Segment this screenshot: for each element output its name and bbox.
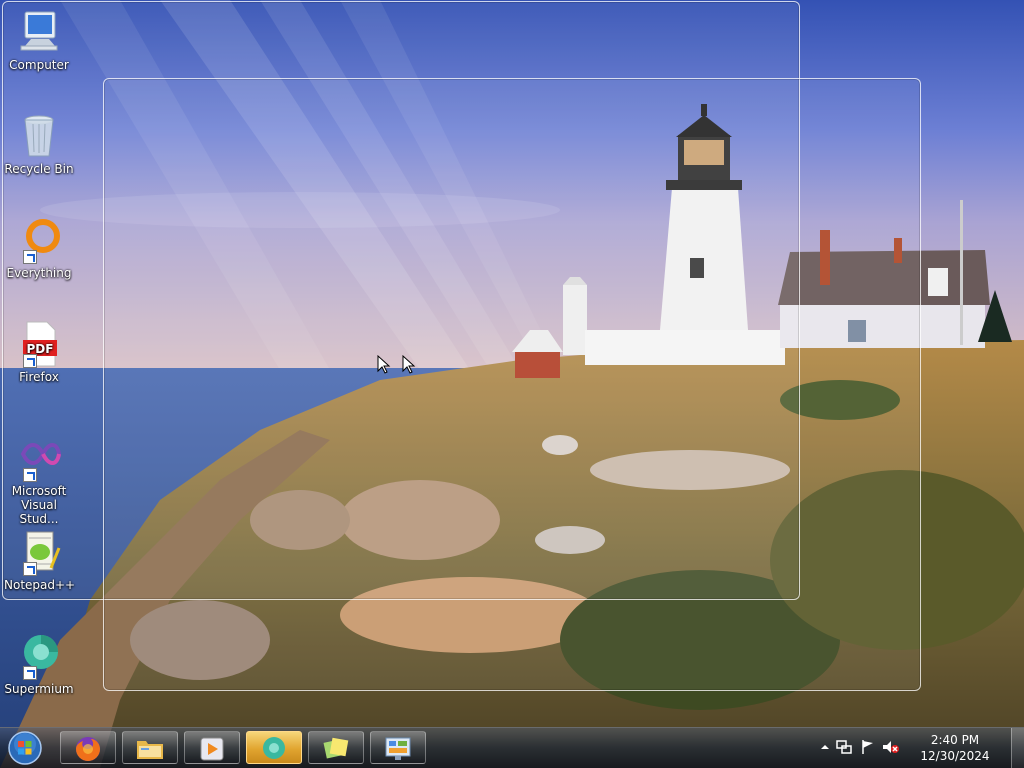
supermium-icon [263, 737, 285, 759]
supermium-icon [15, 632, 63, 680]
taskbar-button-sticky-notes[interactable] [308, 731, 364, 764]
desktop-icon-recycle-bin[interactable]: Recycle Bin [4, 112, 74, 176]
start-button[interactable] [6, 730, 44, 766]
taskbar-button-firefox[interactable] [60, 731, 116, 764]
mouse-cursor-icon [377, 355, 391, 374]
mouse-cursor-icon [402, 355, 416, 374]
recycle-bin-icon [15, 112, 63, 160]
volume-muted-icon[interactable] [882, 739, 900, 755]
flag-icon[interactable] [860, 739, 876, 755]
everything-icon [15, 216, 63, 264]
show-desktop-button[interactable] [1011, 728, 1024, 768]
network-icon[interactable] [836, 739, 852, 755]
control-panel-icon [385, 737, 411, 760]
desktop-icon-supermium[interactable]: Supermium [4, 632, 74, 696]
sticky-notes-icon [323, 737, 349, 759]
folder-icon [137, 741, 163, 759]
desktop-icon-label: Notepad++ [4, 578, 76, 592]
pdf-icon: PDF [15, 320, 63, 368]
taskbar-button-supermium[interactable] [246, 731, 302, 764]
desktop-icon-label: Everything [6, 266, 72, 280]
clock-date[interactable]: 12/30/2024 [920, 749, 990, 763]
desktop-icon-notepadpp[interactable]: Notepad++ [4, 528, 76, 592]
firefox-icon [76, 737, 100, 761]
clock-time[interactable]: 2:40 PM [920, 733, 990, 747]
shortcut-arrow-icon [23, 250, 37, 264]
desktop-icon-label: Supermium [4, 682, 74, 696]
shortcut-arrow-icon [23, 354, 37, 368]
visual-studio-icon [15, 434, 63, 482]
glass-window-front[interactable] [103, 78, 921, 691]
desktop[interactable]: Computer Recycle Bin Everything PDF Fire… [0, 0, 1024, 768]
desktop-icon-label: Microsoft Visual Stud... [11, 484, 67, 526]
desktop-icon-everything[interactable]: Everything [4, 216, 74, 280]
system-tray: 2:40 PM 12/30/2024 [820, 728, 1010, 768]
taskbar-button-file-explorer[interactable] [122, 731, 178, 764]
desktop-icon-label: Firefox [19, 370, 59, 384]
desktop-icon-label: Computer [9, 58, 69, 72]
desktop-icon-computer[interactable]: Computer [4, 8, 74, 72]
shortcut-arrow-icon [23, 562, 37, 576]
desktop-icon-firefox[interactable]: PDF Firefox [4, 320, 74, 384]
notepadpp-icon [15, 528, 63, 576]
taskbar[interactable]: 2:40 PM 12/30/2024 [0, 727, 1024, 768]
media-player-icon [200, 737, 224, 761]
shortcut-arrow-icon [23, 666, 37, 680]
shortcut-arrow-icon [23, 468, 37, 482]
computer-icon [15, 8, 63, 56]
chevron-up-icon[interactable] [820, 742, 830, 752]
desktop-icon-visual-studio[interactable]: Microsoft Visual Stud... [4, 434, 74, 526]
desktop-icon-label: Recycle Bin [4, 162, 74, 176]
taskbar-button-control-panel[interactable] [370, 731, 426, 764]
taskbar-button-media-player[interactable] [184, 731, 240, 764]
